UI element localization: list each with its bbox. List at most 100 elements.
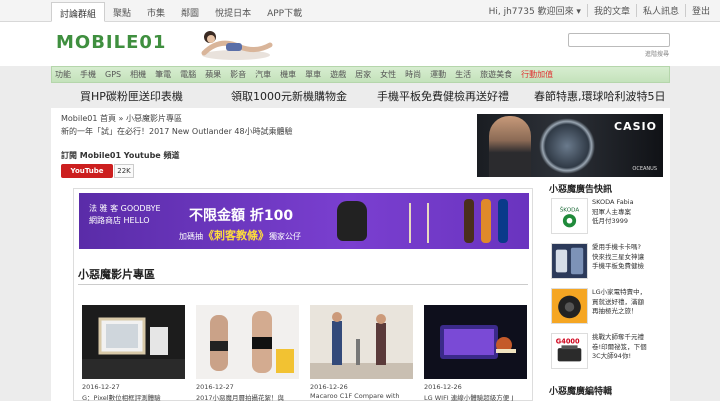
promo-links: 買HP碳粉匣送印表機 領取1000元新機購物金 手機平板免費健檢再送好禮 春節特… <box>51 88 670 106</box>
cat-travel-food[interactable]: 旅遊美食 <box>480 69 512 80</box>
video-date: 2016-12-26 <box>424 383 462 391</box>
user-greeting-menu[interactable]: Hi, jh7735 歡迎回來 ▾ <box>483 4 587 17</box>
cat-women[interactable]: 女性 <box>380 69 396 80</box>
svg-text:G4000: G4000 <box>556 337 580 345</box>
tab-forum[interactable]: 討論群組 <box>51 2 106 22</box>
sidebar-ad-line: 卷!印爾祕笈，下個 <box>592 342 647 351</box>
cat-car[interactable]: 汽車 <box>255 69 271 80</box>
sidebar-ad-line: 愛用手機卡卡嗎? <box>592 243 641 251</box>
promo-link-travel[interactable]: 春節特惠,環球哈利波特5日 <box>534 88 666 104</box>
casio-logo: CASIO <box>614 120 657 133</box>
cat-life[interactable]: 生活 <box>455 69 471 80</box>
youtube-button-label: YouTube <box>70 167 104 175</box>
ad-headline: 不限金額 折100 <box>189 208 294 224</box>
tab-neighbor-map[interactable]: 鄰圖 <box>173 2 207 22</box>
sidebar-ad-item[interactable]: 愛用手機卡卡嗎? 快來找三星女神讓 手機平板免費健檢 <box>551 243 669 281</box>
logout-link[interactable]: 登出 <box>684 4 716 17</box>
video-title[interactable]: 2017小惡魔月曆拍攝花絮！與 <box>196 392 299 401</box>
promo-link-checkup[interactable]: 手機平板免費健檢再送好禮 <box>377 88 509 104</box>
promo-link-voucher[interactable]: 領取1000元新機購物金 <box>231 88 347 104</box>
private-messages-link[interactable]: 私人訊息 <box>635 4 685 17</box>
cat-av[interactable]: 影音 <box>230 69 246 80</box>
diffuser-image <box>409 203 429 243</box>
sidebar-ad-text: 愛用手機卡卡嗎? 快來找三星女神讓 手機平板免費健檢 <box>592 243 644 272</box>
video-item[interactable]: 2016-12-26 LG WIFI 連線小體驗超級方便 J <box>424 305 527 401</box>
casio-ad-banner[interactable]: CASIO OCEANUS <box>477 114 663 177</box>
tab-meetup[interactable]: 聚點 <box>105 2 139 22</box>
ad-offer-prefix: 加碼抽 <box>179 232 203 241</box>
cat-laptop[interactable]: 筆電 <box>155 69 171 80</box>
cat-computer[interactable]: 電腦 <box>180 69 196 80</box>
video-thumbnail[interactable] <box>82 305 185 379</box>
video-item[interactable]: 2016-12-26 Macaroo C1F Compare with <box>310 305 413 401</box>
ads-sidebar-title: 小惡魔廣告快訊 <box>549 185 613 195</box>
sidebar-ad-line: 3C大師94你! <box>592 352 632 360</box>
advanced-search-link[interactable]: 進階搜尋 <box>645 49 669 58</box>
section-title: 小惡魔影片專區 <box>78 268 155 281</box>
sidebar-ad-item[interactable]: ŠKODA SKODA Fabia 冠軍人主專案 低月付3999 <box>551 198 669 236</box>
ad-line-goodbye: 法 雅 客 GOODBYE <box>89 204 161 213</box>
sidebar-ad-item[interactable]: G4000 挑戰大師奪千元禮 卷!印爾祕笈，下個 3C大師94你! <box>551 333 669 371</box>
video-section: 法 雅 客 GOODBYE 網路商店 HELLO 不限金額 折100 加碼抽《刺… <box>73 188 533 401</box>
user-links: Hi, jh7735 歡迎回來 ▾ 我的文章 私人訊息 登出 <box>483 4 716 17</box>
video-date: 2016-12-27 <box>82 383 120 391</box>
video-thumbnail[interactable] <box>310 305 413 379</box>
cat-function[interactable]: 功能 <box>55 69 71 80</box>
cat-motorcycle[interactable]: 機車 <box>280 69 296 80</box>
ad-offer-suffix: 獨家公仔 <box>269 232 301 241</box>
site-header: MOBILE01 進階搜尋 <box>0 22 720 66</box>
editor-feature-title: 小惡魔廣編特輯 <box>549 387 613 397</box>
featured-headline[interactable]: 新的一年「試」在必行！2017 New Outlander 48小時試乘體驗 <box>61 126 293 137</box>
cat-phone[interactable]: 手機 <box>80 69 96 80</box>
youtube-subscribe-heading: 訂閱 Mobile01 Youtube 頻道 <box>61 151 180 160</box>
search-input[interactable] <box>568 33 670 47</box>
cat-home[interactable]: 居家 <box>355 69 371 80</box>
cat-mobile-value-added[interactable]: 行動加值 <box>521 69 553 80</box>
cat-gps[interactable]: GPS <box>105 70 121 79</box>
cat-bike[interactable]: 單車 <box>305 69 321 80</box>
sidebar-ad-line: 買就送好禮，滿額 <box>592 297 644 306</box>
printer-ad-image[interactable]: G4000 <box>551 333 588 369</box>
video-date: 2016-12-27 <box>196 383 234 391</box>
tab-market[interactable]: 市集 <box>139 2 173 22</box>
cat-camera[interactable]: 相機 <box>130 69 146 80</box>
video-title[interactable]: LG WIFI 連線小體驗超級方便 J <box>424 392 527 401</box>
sidebar-ad-line: 快來找三星女神讓 <box>592 252 644 261</box>
cat-apple[interactable]: 蘋果 <box>205 69 221 80</box>
sidebar-ad-line: 冠軍人主專案 <box>592 207 631 216</box>
cat-games[interactable]: 遊戲 <box>330 69 346 80</box>
youtube-subscribe-button[interactable]: YouTube <box>61 164 113 178</box>
tab-japan[interactable]: 悅提日本 <box>207 2 259 22</box>
video-thumbnail[interactable] <box>196 305 299 379</box>
video-item[interactable]: 2016-12-27 2017小惡魔月曆拍攝花絮！與 <box>196 305 299 401</box>
svg-text:ŠKODA: ŠKODA <box>560 206 580 213</box>
sidebar-ad-text: SKODA Fabia 冠軍人主專案 低月付3999 <box>592 198 634 227</box>
cat-fashion[interactable]: 時尚 <box>405 69 421 80</box>
video-thumbnail[interactable] <box>424 305 527 379</box>
video-title[interactable]: Macaroo C1F Compare with <box>310 392 413 400</box>
breadcrumb[interactable]: Mobile01 首頁 » 小惡魔影片專區 <box>61 113 182 124</box>
top-nav: 討論群組 聚點 市集 鄰圖 悅提日本 APP下載 <box>51 2 310 22</box>
robot-vacuum-image[interactable] <box>551 288 588 324</box>
ad-model-image <box>489 116 531 177</box>
my-posts-link[interactable]: 我的文章 <box>586 4 636 17</box>
site-logo[interactable]: MOBILE01 <box>56 32 166 53</box>
bottle-image <box>481 199 491 243</box>
cat-sports[interactable]: 運動 <box>430 69 446 80</box>
skoda-logo-icon[interactable]: ŠKODA <box>551 198 588 234</box>
main-content: Mobile01 首頁 » 小惡魔影片專區 新的一年「試」在必行！2017 Ne… <box>51 108 670 401</box>
ad-line-hello: 網路商店 HELLO <box>89 216 150 225</box>
fnac-ad-banner[interactable]: 法 雅 客 GOODBYE 網路商店 HELLO 不限金額 折100 加碼抽《刺… <box>79 193 529 249</box>
promo-link-hp[interactable]: 買HP碳粉匣送印表機 <box>80 88 183 104</box>
video-title[interactable]: G：Pixel數位相框評測體驗 <box>82 392 185 401</box>
top-bar: 討論群組 聚點 市集 鄰圖 悅提日本 APP下載 Hi, jh7735 歡迎回來… <box>0 0 720 22</box>
sidebar-ad-item[interactable]: LG小家電特賣中， 買就送好禮，滿額 再抽極光之旅！ <box>551 288 669 326</box>
video-item[interactable]: 2016-12-27 G：Pixel數位相框評測體驗 <box>82 305 185 401</box>
section-divider <box>78 284 528 285</box>
sidebar-ad-line: SKODA Fabia <box>592 198 634 206</box>
sidebar-ad-text: 挑戰大師奪千元禮 卷!印爾祕笈，下個 3C大師94你! <box>592 333 647 362</box>
phone-ad-image[interactable] <box>551 243 588 279</box>
video-date: 2016-12-26 <box>310 383 348 391</box>
tab-app-download[interactable]: APP下載 <box>259 2 310 22</box>
ad-offer: 加碼抽《刺客教條》獨家公仔 <box>179 227 301 243</box>
